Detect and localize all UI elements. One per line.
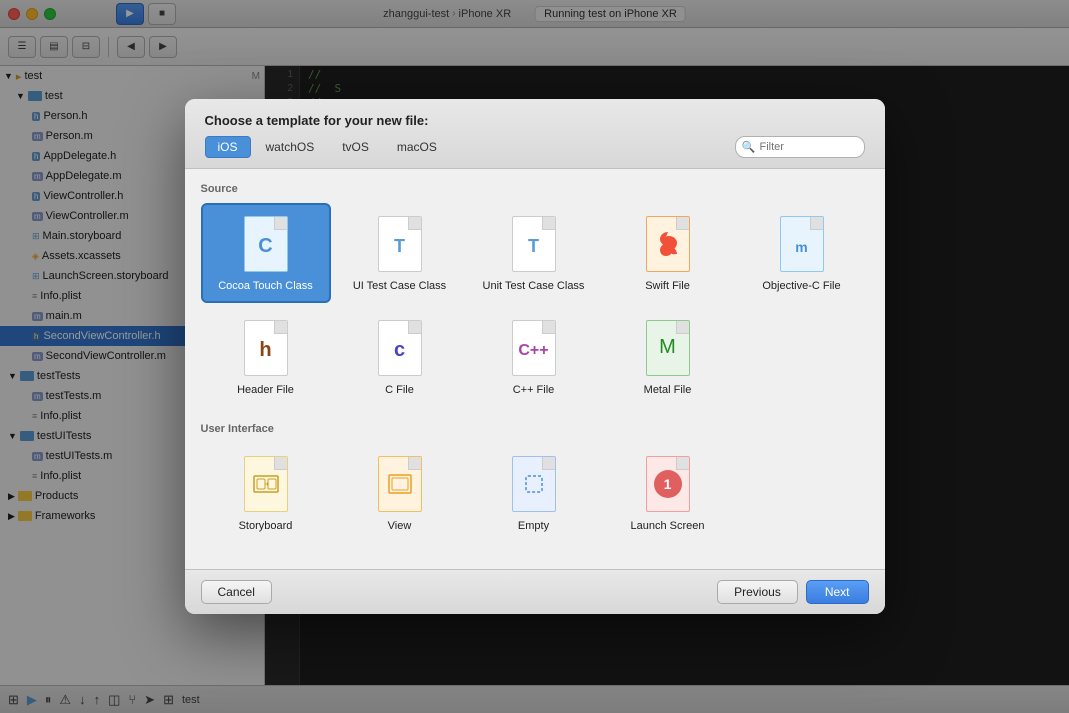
metal-file-icon: M [642,317,694,379]
filter-wrap: 🔍 [735,136,865,158]
swift-logo [656,230,680,258]
template-header-file[interactable]: h Header File [201,307,331,407]
cpp-file-icon: C++ [508,317,560,379]
cocoa-touch-label: Cocoa Touch Class [218,279,313,293]
template-empty[interactable]: Empty [469,443,599,543]
tab-macos[interactable]: macOS [384,136,450,158]
tab-watchos[interactable]: watchOS [253,136,328,158]
modal-title: Choose a template for your new file: [205,113,865,128]
template-launch-screen[interactable]: 1 Launch Screen [603,443,733,543]
tab-tvos[interactable]: tvOS [329,136,382,158]
storyboard-svg [252,470,280,498]
objc-file-icon: m [776,213,828,275]
swift-file-icon [642,213,694,275]
c-file-icon: c [374,317,426,379]
template-view[interactable]: View [335,443,465,543]
unit-test-case-icon: T [508,213,560,275]
template-metal-file[interactable]: M Metal File [603,307,733,407]
view-svg [386,470,414,498]
tab-ios[interactable]: iOS [205,136,251,158]
modal-tabs: iOS watchOS tvOS macOS 🔍 [205,136,865,158]
modal-footer: Cancel Previous Next [185,569,885,614]
header-file-icon: h [240,317,292,379]
btn-group: Previous Next [717,580,868,604]
template-objc-file[interactable]: m Objective-C File [737,203,867,303]
empty-svg [520,470,548,498]
c-file-label: C File [385,383,414,397]
metal-file-label: Metal File [644,383,692,397]
empty-label: Empty [518,519,549,533]
template-c-file[interactable]: c C File [335,307,465,407]
previous-button[interactable]: Previous [717,580,798,604]
launch-screen-label: Launch Screen [631,519,705,533]
storyboard-icon [240,453,292,515]
cancel-button[interactable]: Cancel [201,580,272,604]
template-ui-test-case[interactable]: T UI Test Case Class [335,203,465,303]
next-button[interactable]: Next [806,580,869,604]
view-icon [374,453,426,515]
template-cpp-file[interactable]: C++ C++ File [469,307,599,407]
cocoa-touch-icon: C [240,213,292,275]
ui-test-case-label: UI Test Case Class [353,279,446,293]
template-storyboard[interactable]: Storyboard [201,443,331,543]
header-file-label: Header File [237,383,294,397]
modal-overlay: Choose a template for your new file: iOS… [0,0,1069,713]
modal-title-bar: Choose a template for your new file: iOS… [185,99,885,169]
cpp-file-label: C++ File [513,383,555,397]
template-cocoa-touch[interactable]: C Cocoa Touch Class [201,203,331,303]
modal-body: Source C Cocoa Touch Class T [185,169,885,569]
objc-file-label: Objective-C File [762,279,840,293]
template-modal: Choose a template for your new file: iOS… [185,99,885,614]
launch-screen-icon: 1 [642,453,694,515]
source-template-grid: C Cocoa Touch Class T UI Test Case Class [201,203,869,407]
source-section-label: Source [201,183,869,195]
unit-test-case-label: Unit Test Case Class [483,279,585,293]
template-swift-file[interactable]: Swift File [603,203,733,303]
empty-icon [508,453,560,515]
storyboard-label: Storyboard [239,519,293,533]
swift-file-label: Swift File [645,279,690,293]
ui-section-label: User Interface [201,423,869,435]
ui-test-case-icon: T [374,213,426,275]
ui-template-grid: Storyboard View [201,443,869,543]
filter-icon: 🔍 [742,141,756,154]
template-unit-test-case[interactable]: T Unit Test Case Class [469,203,599,303]
view-label: View [388,519,412,533]
